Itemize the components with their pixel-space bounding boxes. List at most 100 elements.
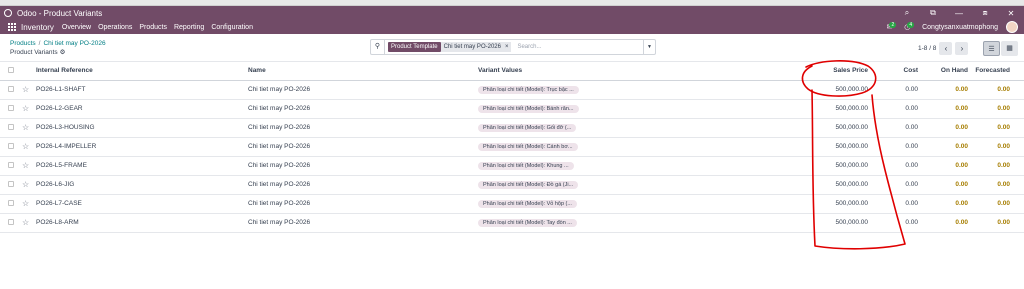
messages-button[interactable]: ✉2 — [887, 22, 897, 31]
select-all-checkbox[interactable] — [8, 66, 14, 73]
menu-reporting[interactable]: Reporting — [174, 24, 204, 31]
row-checkbox[interactable] — [8, 161, 14, 168]
row-checkbox[interactable] — [8, 218, 14, 225]
kanban-view-button[interactable]: ▦ — [1001, 41, 1018, 56]
cell-on-hand[interactable]: 0.00 — [918, 194, 968, 214]
cell-name: Chi tiet may PO-2026 — [248, 137, 478, 157]
cell-on-hand[interactable]: 0.00 — [918, 118, 968, 138]
minimize-icon[interactable]: — — [946, 9, 972, 18]
table-row[interactable]: ☆ PO26-L2-GEAR Chi tiet may PO-2026 Phân lo… — [0, 99, 1024, 119]
row-checkbox[interactable] — [8, 199, 14, 206]
cell-internal-reference: PO26-L3-HOUSING — [36, 118, 248, 138]
table-row[interactable]: ☆ PO26-L5-FRAME Chi tiet may PO-2026 Phân l… — [0, 156, 1024, 176]
cell-internal-reference: PO26-L5-FRAME — [36, 156, 248, 176]
restore-icon[interactable]: ⧈ — [972, 8, 998, 18]
search-icon[interactable]: ⚲ — [371, 40, 385, 54]
menu-operations[interactable]: Operations — [98, 24, 132, 31]
cell-internal-reference: PO26-L2-GEAR — [36, 99, 248, 119]
cell-internal-reference: PO26-L4-IMPELLER — [36, 137, 248, 157]
row-checkbox[interactable] — [8, 180, 14, 187]
variant-value-tag: Phân loại chi tiết (Model): Đồ gá (Ji... — [478, 180, 579, 189]
facet-value-text: Chi tiet may PO-2026 — [443, 44, 501, 50]
cell-name: Chi tiet may PO-2026 — [248, 99, 478, 119]
cell-forecasted[interactable]: 0.00 — [968, 99, 1024, 119]
favorite-star-icon[interactable]: ☆ — [22, 85, 29, 94]
breadcrumb-products[interactable]: Products — [10, 40, 36, 47]
col-sales-price[interactable]: Sales Price — [808, 62, 868, 81]
app-name[interactable]: Inventory — [21, 23, 54, 32]
control-panel: Products / Chi tiet may PO-2026 Product Va… — [0, 34, 1024, 62]
row-checkbox[interactable] — [8, 85, 14, 92]
search-input[interactable]: Search... — [517, 44, 643, 50]
menu-products[interactable]: Products — [139, 24, 167, 31]
cell-forecasted[interactable]: 0.00 — [968, 80, 1024, 100]
cell-name: Chi tiet may PO-2026 — [248, 156, 478, 176]
window-title: Odoo - Product Variants — [17, 8, 103, 18]
favorite-star-icon[interactable]: ☆ — [22, 199, 29, 208]
cell-variant-values: Phân loại chi tiết (Model): Tay đòn ... — [478, 213, 808, 233]
company-name[interactable]: Congtysanxuatmophong — [922, 24, 998, 31]
menu-configuration[interactable]: Configuration — [211, 24, 253, 31]
favorite-star-icon[interactable]: ☆ — [22, 218, 29, 227]
cell-forecasted[interactable]: 0.00 — [968, 156, 1024, 176]
menu-overview[interactable]: Overview — [62, 24, 91, 31]
facet-label: Product Template — [388, 42, 441, 52]
col-internal-reference[interactable]: Internal Reference — [36, 62, 248, 81]
cell-forecasted[interactable]: 0.00 — [968, 118, 1024, 138]
favorite-star-icon[interactable]: ☆ — [22, 104, 29, 113]
favorite-star-icon[interactable]: ☆ — [22, 123, 29, 132]
col-variant-values[interactable]: Variant Values — [478, 62, 808, 81]
cell-forecasted[interactable]: 0.00 — [968, 194, 1024, 214]
col-on-hand[interactable]: On Hand — [918, 62, 968, 81]
row-checkbox[interactable] — [8, 104, 14, 111]
cell-on-hand[interactable]: 0.00 — [918, 156, 968, 176]
favorite-star-icon[interactable]: ☆ — [22, 161, 29, 170]
user-avatar[interactable] — [1006, 21, 1018, 33]
cell-cost: 0.00 — [868, 175, 918, 195]
row-checkbox[interactable] — [8, 123, 14, 130]
pager-value[interactable]: 1-8 / 8 — [918, 45, 936, 52]
cell-internal-reference: PO26-L6-JIG — [36, 175, 248, 195]
cell-cost: 0.00 — [868, 194, 918, 214]
favorite-star-icon[interactable]: ☆ — [22, 142, 29, 151]
extensions-icon[interactable]: ⧉ — [920, 8, 946, 18]
app-menu-icon[interactable] — [8, 23, 16, 31]
cell-forecasted[interactable]: 0.00 — [968, 213, 1024, 233]
variant-value-tag: Phân loại chi tiết (Model): Khung ... — [478, 161, 574, 170]
table-row[interactable]: ☆ PO26-L7-CASE Chi tiet may PO-2026 Phân lo… — [0, 194, 1024, 214]
list-view-button[interactable]: ☰ — [983, 41, 1000, 56]
cell-forecasted[interactable]: 0.00 — [968, 175, 1024, 195]
search-options-toggle[interactable]: ▼ — [643, 40, 655, 54]
cell-on-hand[interactable]: 0.00 — [918, 175, 968, 195]
col-cost[interactable]: Cost — [868, 62, 918, 81]
cell-on-hand[interactable]: 0.00 — [918, 213, 968, 233]
table-row[interactable]: ☆ PO26-L4-IMPELLER Chi tiet may PO-2026 Phâ… — [0, 137, 1024, 157]
pager: 1-8 / 8 ‹ › — [918, 42, 969, 55]
pager-previous-button[interactable]: ‹ — [939, 42, 953, 55]
table-row[interactable]: ☆ PO26-L8-ARM Chi tiet may PO-2026 Phân loạ… — [0, 213, 1024, 233]
facet-remove-icon[interactable]: × — [505, 44, 509, 50]
cell-on-hand[interactable]: 0.00 — [918, 99, 968, 119]
col-forecasted[interactable]: Forecasted — [968, 62, 1024, 81]
search-icon[interactable]: ⌕ — [894, 8, 920, 18]
cell-on-hand[interactable]: 0.00 — [918, 137, 968, 157]
col-name[interactable]: Name — [248, 62, 478, 81]
close-icon[interactable]: ✕ — [998, 9, 1024, 18]
row-checkbox[interactable] — [8, 142, 14, 149]
pager-next-button[interactable]: › — [955, 42, 969, 55]
table-row[interactable]: ☆ PO26-L1-SHAFT Chi tiet may PO-2026 Phân l… — [0, 80, 1024, 100]
table-row[interactable]: ☆ PO26-L3-HOUSING Chi tiet may PO-2026 Phân… — [0, 118, 1024, 138]
breadcrumb-record[interactable]: Chi tiet may PO-2026 — [43, 40, 105, 47]
cell-forecasted[interactable]: 0.00 — [968, 137, 1024, 157]
favorite-star-icon[interactable]: ☆ — [22, 180, 29, 189]
table-row[interactable]: ☆ PO26-L6-JIG Chi tiet may PO-2026 Phân loạ… — [0, 175, 1024, 195]
cell-on-hand[interactable]: 0.00 — [918, 80, 968, 100]
cell-cost: 0.00 — [868, 213, 918, 233]
odoo-app-icon — [4, 9, 12, 17]
cell-variant-values: Phân loại chi tiết (Model): Gối đỡ (... — [478, 118, 808, 138]
cell-name: Chi tiet may PO-2026 — [248, 118, 478, 138]
activity-button[interactable]: ◷4 — [904, 22, 915, 31]
gear-icon[interactable]: ⚙ — [60, 49, 66, 56]
activity-badge: 4 — [907, 22, 915, 28]
facet-value: Chi tiet may PO-2026 × — [440, 42, 512, 52]
